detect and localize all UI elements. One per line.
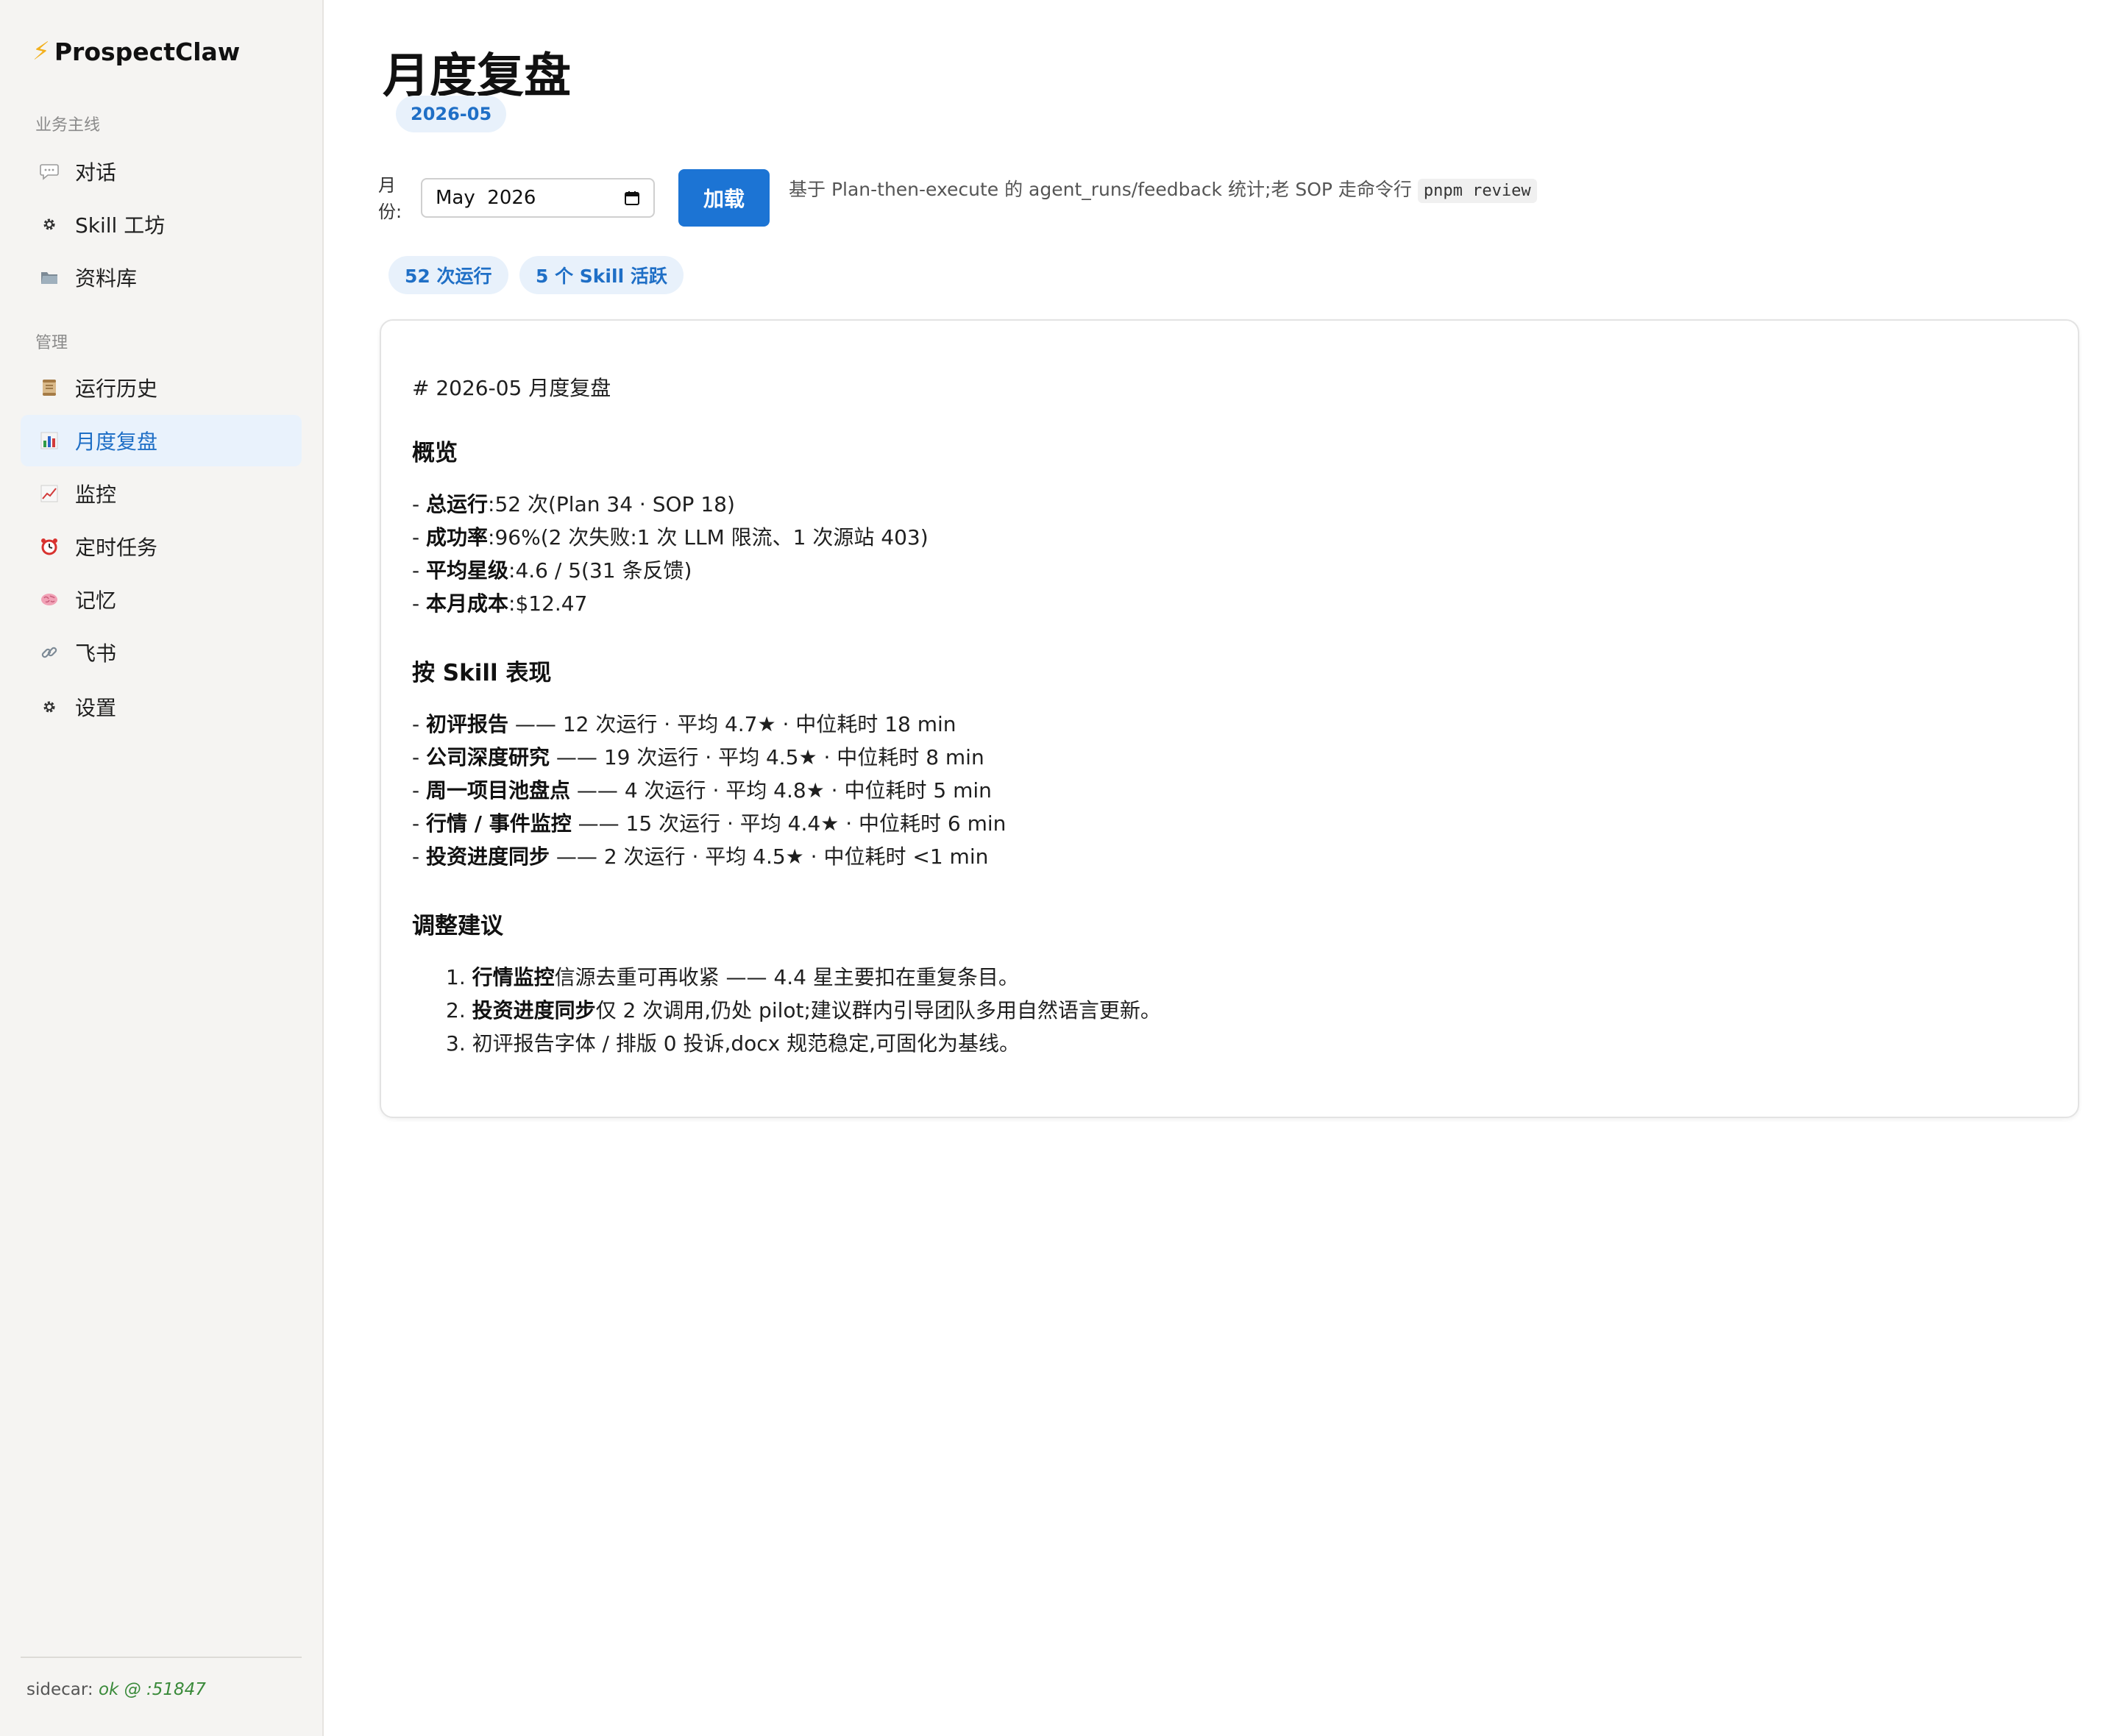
sidebar-item-chat[interactable]: 对话	[21, 146, 302, 197]
list-item: 1. 行情监控信源去重可再收紧 —— 4.4 星主要扣在重复条目。	[446, 965, 1019, 989]
sidebar-item-feishu[interactable]: 飞书	[21, 627, 302, 678]
sidebar-item-run-history[interactable]: 运行历史	[21, 362, 302, 413]
brand-name: ProspectClaw	[54, 37, 241, 66]
month-label: 月份:	[378, 175, 402, 222]
overview-heading: 概览	[412, 440, 458, 466]
sidebar-item-label: 设置	[75, 696, 117, 720]
alarm-clock-icon	[38, 536, 60, 558]
scroll-icon	[38, 377, 60, 399]
sidebar-item-monthly-review[interactable]: 月度复盘	[21, 415, 302, 466]
sidebar-item-label: 对话	[75, 160, 117, 185]
report-body: # 2026-05 月度复盘 概览 - 总运行:52 次(Plan 34 · S…	[412, 372, 2045, 1060]
sidebar-item-label: 资料库	[75, 266, 138, 291]
link-icon	[38, 641, 60, 664]
by-skill-list: - 初评报告 —— 12 次运行 · 平均 4.7★ · 中位耗时 18 min…	[412, 708, 2045, 873]
suggestions-heading: 调整建议	[412, 913, 503, 939]
list-item: - 行情 / 事件监控 —— 15 次运行 · 平均 4.4★ · 中位耗时 6…	[412, 811, 1007, 836]
list-item: - 公司深度研究 —— 19 次运行 · 平均 4.5★ · 中位耗时 8 mi…	[412, 745, 984, 769]
folder-icon	[38, 266, 60, 288]
sidecar-status-value: ok @ :51847	[98, 1680, 206, 1699]
sidebar-item-label: 飞书	[75, 641, 117, 666]
brain-icon	[38, 588, 60, 611]
stat-pill-active-skills: 5 个 Skill 活跃	[519, 256, 684, 294]
list-item: 2. 投资进度同步仅 2 次调用,仍处 pilot;建议群内引导团队多用自然语言…	[446, 998, 1161, 1022]
overview-list: - 总运行:52 次(Plan 34 · SOP 18) - 成功率:96%(2…	[412, 488, 2045, 620]
calendar-icon[interactable]	[624, 190, 640, 206]
suggestions-list: 1. 行情监控信源去重可再收紧 —— 4.4 星主要扣在重复条目。 2. 投资进…	[412, 961, 2045, 1060]
report-raw-heading: # 2026-05 月度复盘	[412, 376, 611, 400]
sidebar-item-label: 记忆	[75, 588, 117, 613]
sidebar-item-monitoring[interactable]: 监控	[21, 468, 302, 519]
stat-pill-runs: 52 次运行	[388, 256, 508, 294]
sidecar-status: sidecar: ok @ :51847	[26, 1680, 206, 1699]
load-button[interactable]: 加载	[678, 169, 770, 227]
month-input[interactable]: May 2026	[421, 178, 655, 218]
list-item: - 平均星级:4.6 / 5(31 条反馈)	[412, 558, 692, 583]
sidebar-item-memory[interactable]: 记忆	[21, 574, 302, 625]
chat-bubble-icon	[38, 160, 60, 182]
report-card: # 2026-05 月度复盘 概览 - 总运行:52 次(Plan 34 · S…	[380, 319, 2079, 1118]
list-item: - 投资进度同步 —— 2 次运行 · 平均 4.5★ · 中位耗时 <1 mi…	[412, 844, 989, 869]
by-skill-heading: 按 Skill 表现	[412, 660, 552, 686]
sidebar-item-settings[interactable]: 设置	[21, 681, 302, 733]
hint-text: 基于 Plan-then-execute 的 agent_runs/feedba…	[789, 175, 1537, 203]
list-item: - 本月成本:$12.47	[412, 591, 588, 616]
list-item: - 周一项目池盘点 —— 4 次运行 · 平均 4.8★ · 中位耗时 5 mi…	[412, 778, 992, 803]
sidebar-item-skill-workshop[interactable]: Skill 工坊	[21, 199, 302, 250]
sidecar-status-prefix: sidecar:	[26, 1680, 93, 1699]
gear-icon	[38, 696, 60, 718]
list-item: 3. 初评报告字体 / 排版 0 投诉,docx 规范稳定,可固化为基线。	[446, 1031, 1021, 1056]
sidebar-item-scheduled-tasks[interactable]: 定时任务	[21, 521, 302, 572]
month-badge: 2026-05	[396, 96, 507, 132]
sidebar-item-label: Skill 工坊	[75, 213, 166, 238]
section-label-admin: 管理	[35, 334, 68, 352]
sidebar-divider	[21, 1657, 302, 1658]
gear-icon	[38, 213, 60, 235]
bar-chart-icon	[38, 430, 60, 452]
sidebar-item-library[interactable]: 资料库	[21, 252, 302, 303]
sidebar-item-label: 月度复盘	[75, 430, 158, 454]
sidebar-item-label: 监控	[75, 483, 117, 507]
sidebar: ⚡ ProspectClaw 业务主线 对话 Skill 工坊 资料库 管理 运…	[0, 0, 324, 1736]
list-item: - 成功率:96%(2 次失败:1 次 LLM 限流、1 次源站 403)	[412, 525, 929, 549]
lightning-bolt-icon: ⚡	[32, 37, 50, 66]
brand[interactable]: ⚡ ProspectClaw	[32, 37, 240, 66]
hint-text-body: 基于 Plan-then-execute 的 agent_runs/feedba…	[789, 179, 1412, 200]
sidebar-item-label: 定时任务	[75, 536, 158, 560]
line-chart-icon	[38, 483, 60, 505]
list-item: - 总运行:52 次(Plan 34 · SOP 18)	[412, 492, 735, 516]
month-input-value: May 2026	[436, 187, 536, 209]
list-item: - 初评报告 —— 12 次运行 · 平均 4.7★ · 中位耗时 18 min	[412, 712, 956, 736]
hint-command: pnpm review	[1417, 179, 1537, 203]
section-label-main: 业务主线	[35, 116, 101, 135]
sidebar-item-label: 运行历史	[75, 377, 158, 401]
